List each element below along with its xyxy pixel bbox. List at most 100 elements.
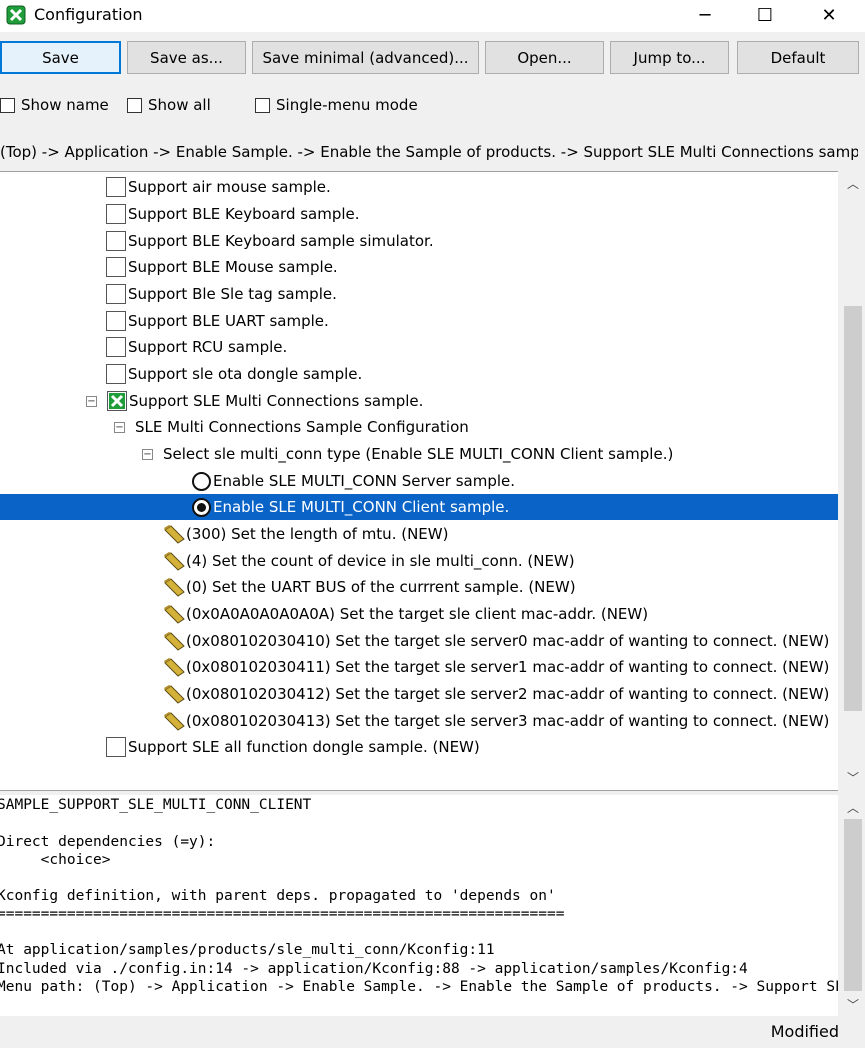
default-button[interactable]: Default (737, 41, 859, 74)
tree-scrollbar[interactable]: ︿ ﹀ (841, 171, 865, 789)
tree-value-item[interactable]: (0x080102030412) Set the target sle serv… (0, 681, 838, 707)
tree-item-label: Support sle ota dongle sample. (128, 365, 363, 383)
view-options: Show name Show all Single-menu mode (0, 96, 865, 120)
tree-item-label: Enable SLE MULTI_CONN Server sample. (213, 472, 516, 490)
collapse-icon[interactable]: − (142, 448, 153, 460)
tree-value-item[interactable]: (0x080102030411) Set the target sle serv… (0, 654, 838, 680)
checkbox[interactable] (106, 364, 126, 384)
tree-item-label: Support BLE Keyboard sample. (128, 205, 360, 223)
tree-item-label: Support Ble Sle tag sample. (128, 285, 337, 303)
maximize-button[interactable]: ☐ (733, 0, 797, 30)
info-scroll-thumb[interactable] (844, 819, 862, 991)
tree-item[interactable]: Support SLE all function dongle sample. … (0, 734, 838, 760)
tree-radio-item[interactable]: Enable SLE MULTI_CONN Server sample. (0, 468, 838, 494)
checkbox[interactable] (106, 257, 126, 277)
checkbox[interactable] (106, 737, 126, 757)
tree-item[interactable]: Support air mouse sample. (0, 174, 838, 200)
scroll-down-icon[interactable]: ﹀ (841, 767, 865, 787)
scroll-down-icon[interactable]: ﹀ (841, 994, 865, 1014)
checkbox[interactable] (106, 311, 126, 331)
tree-item[interactable]: Support BLE Keyboard sample. (0, 201, 838, 227)
tree-item[interactable]: Support BLE Keyboard sample simulator. (0, 228, 838, 254)
checkbox[interactable] (106, 177, 126, 197)
single-menu-checkbox[interactable] (255, 97, 270, 113)
tree-item-label: (300) Set the length of mtu. (NEW) (186, 525, 449, 543)
info-line: ========================================… (0, 906, 565, 922)
tree-item-label: Select sle multi_conn type (Enable SLE M… (163, 445, 674, 463)
tree-item[interactable]: Support BLE UART sample. (0, 308, 838, 334)
tree-value-item[interactable]: (0x080102030410) Set the target sle serv… (0, 628, 838, 654)
save-button[interactable]: Save (0, 41, 121, 74)
minimize-button[interactable]: ─ (673, 0, 737, 30)
symbol-info-panel: SAMPLE_SUPPORT_SLE_MULTI_CONN_CLIENT Dir… (0, 795, 838, 1016)
pencil-icon (164, 685, 185, 704)
scroll-up-icon[interactable]: ︿ (841, 173, 865, 193)
info-line: At application/samples/products/sle_mult… (0, 942, 495, 958)
tree-item-label: (0x080102030412) Set the target sle serv… (186, 685, 830, 703)
tree-value-item[interactable]: (300) Set the length of mtu. (NEW) (0, 521, 838, 547)
show-name-label: Show name (21, 96, 109, 114)
tree-item-label: Support SLE Multi Connections sample. (129, 392, 424, 410)
checked-checkbox[interactable] (107, 391, 127, 411)
breadcrumb: (Top) -> Application -> Enable Sample. -… (0, 143, 858, 161)
single-menu-label: Single-menu mode (276, 96, 418, 114)
tree-value-item[interactable]: (0) Set the UART BUS of the currrent sam… (0, 574, 838, 600)
window-title: Configuration (34, 5, 143, 24)
checkbox[interactable] (106, 231, 126, 251)
tree-item-label: (0) Set the UART BUS of the currrent sam… (186, 578, 576, 596)
checkbox[interactable] (106, 284, 126, 304)
single-menu-option[interactable]: Single-menu mode (255, 96, 418, 114)
checkmark-x-icon (109, 393, 125, 409)
info-scrollbar[interactable]: ︿ ﹀ (841, 795, 865, 1016)
info-line: SAMPLE_SUPPORT_SLE_MULTI_CONN_CLIENT (0, 797, 312, 813)
tree-value-item[interactable]: (0x080102030413) Set the target sle serv… (0, 708, 838, 734)
tree-item-label: Support BLE Keyboard sample simulator. (128, 232, 434, 250)
show-all-option[interactable]: Show all (127, 96, 211, 114)
close-button[interactable]: ✕ (797, 0, 861, 30)
tree-item[interactable]: Support sle ota dongle sample. (0, 361, 838, 387)
status-bar: Modified (0, 1018, 865, 1048)
tree-value-item[interactable]: (0x0A0A0A0A0A0A) Set the target sle clie… (0, 601, 838, 627)
tree-item-label: SLE Multi Connections Sample Configurati… (135, 418, 469, 436)
tree-item-label: Support air mouse sample. (128, 178, 331, 196)
radio-button-selected[interactable] (192, 497, 211, 517)
tree-item-label: (4) Set the count of device in sle multi… (186, 552, 575, 570)
pencil-icon (164, 658, 185, 677)
info-line: Direct dependencies (=y): (0, 834, 216, 850)
toolbar: Save Save as... Save minimal (advanced).… (0, 40, 865, 78)
open-button[interactable]: Open... (485, 41, 604, 74)
maximize-icon: ☐ (756, 4, 774, 26)
tree-item-label: Support BLE Mouse sample. (128, 258, 338, 276)
info-line: <choice> (0, 852, 111, 868)
pencil-icon (164, 578, 185, 597)
scroll-up-icon[interactable]: ︿ (841, 797, 865, 817)
info-line: Included via ./config.in:14 -> applicati… (0, 961, 748, 977)
show-name-checkbox[interactable] (0, 97, 15, 113)
save-minimal-button[interactable]: Save minimal (advanced)... (252, 41, 479, 74)
tree-menu-item[interactable]: − SLE Multi Connections Sample Configura… (0, 414, 838, 440)
tree-item-label: Enable SLE MULTI_CONN Client sample. (213, 498, 510, 516)
tree-radio-item-selected[interactable]: Enable SLE MULTI_CONN Client sample. (0, 494, 838, 520)
collapse-icon[interactable]: − (86, 395, 97, 407)
show-all-label: Show all (148, 96, 211, 114)
tree-item-label: Support SLE all function dongle sample. … (128, 738, 480, 756)
tree-item[interactable]: Support BLE Mouse sample. (0, 254, 838, 280)
tree-item-label: (0x080102030413) Set the target sle serv… (186, 712, 830, 730)
tree-item[interactable]: Support Ble Sle tag sample. (0, 281, 838, 307)
pencil-icon (164, 552, 185, 571)
tree-item[interactable]: Support RCU sample. (0, 334, 838, 360)
save-as-button[interactable]: Save as... (127, 41, 246, 74)
jump-to-button[interactable]: Jump to... (610, 41, 729, 74)
collapse-icon[interactable]: − (114, 421, 125, 433)
radio-button[interactable] (192, 471, 211, 491)
tree-item-label: (0x0A0A0A0A0A0A) Set the target sle clie… (186, 605, 649, 623)
title-bar: Configuration ─ ☐ ✕ (0, 0, 865, 32)
tree-scroll-thumb[interactable] (844, 306, 862, 711)
checkbox[interactable] (106, 204, 126, 224)
tree-choice-item[interactable]: − Select sle multi_conn type (Enable SLE… (0, 441, 838, 467)
show-all-checkbox[interactable] (127, 97, 142, 113)
tree-value-item[interactable]: (4) Set the count of device in sle multi… (0, 548, 838, 574)
show-name-option[interactable]: Show name (0, 96, 109, 114)
tree-item-sle-multi-conn[interactable]: − Support SLE Multi Connections sample. (0, 388, 838, 414)
checkbox[interactable] (106, 337, 126, 357)
